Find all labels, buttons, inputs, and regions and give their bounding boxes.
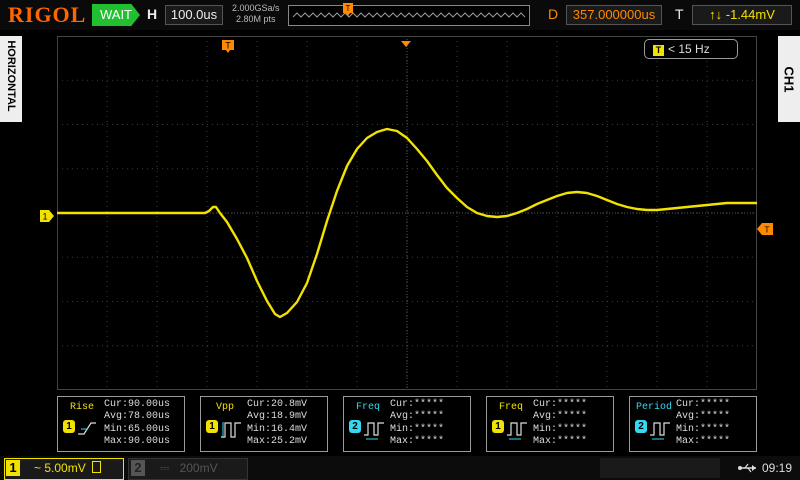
svg-text:T: T (765, 226, 770, 235)
run-state-indicator[interactable]: WAIT (92, 4, 140, 26)
meas-cur: Cur:***** (533, 399, 588, 410)
channel-badge: 2 (349, 420, 361, 433)
channel-badge: 1 (492, 420, 504, 433)
brand-logo: RIGOL (8, 2, 87, 27)
meas-avg: Avg:***** (676, 411, 731, 423)
waveform-display[interactable] (57, 36, 757, 390)
measurement-name: Freq (355, 402, 380, 413)
ch1-ground-marker[interactable]: 1 (40, 209, 54, 227)
meas-avg: Avg:18.9mV (247, 411, 308, 423)
meas-avg: Avg:78.00us (104, 411, 171, 423)
channel-badge: 1 (63, 420, 75, 433)
svg-text:T: T (346, 4, 351, 13)
trigger-label: T (675, 6, 684, 22)
meas-max: Max:25.2mV (247, 436, 308, 448)
trigger-icon: T (653, 45, 664, 56)
waveform-grid (57, 36, 757, 390)
peak-to-peak-icon (221, 422, 241, 438)
measurement-name: Rise (69, 402, 94, 413)
horizontal-tab[interactable]: HORIZONTAL (0, 36, 22, 122)
frequency-icon (507, 422, 527, 440)
measurement-values: Cur:***** Avg:***** Min:***** Max:***** (533, 399, 587, 449)
meas-min: Min:***** (390, 423, 445, 435)
ch2-vertical-scale: ⎓ 200mV (160, 459, 218, 477)
bottom-bar-spacer (600, 458, 720, 478)
meas-min: Min:16.4mV (247, 423, 308, 435)
meas-max: Max:90.00us (104, 436, 171, 448)
trigger-edge-icon: ↑↓ (709, 7, 726, 22)
period-icon (650, 422, 670, 440)
rise-time-icon (78, 422, 96, 435)
frequency-icon (364, 422, 384, 440)
measurement-name: Period (635, 402, 672, 413)
trigger-level-marker[interactable]: T (757, 222, 773, 240)
memory-depth: 2.80M pts (236, 14, 276, 24)
meas-max: Max:***** (676, 436, 731, 448)
horizontal-tab-label: HORIZONTAL (5, 40, 17, 112)
clock: 09:19 (762, 461, 793, 475)
meas-max: Max:***** (533, 436, 588, 448)
channel-tab[interactable]: CH1 (778, 36, 800, 122)
horizontal-label: H (147, 6, 158, 22)
measurement-panel-vpp[interactable]: Vpp 1 Cur:20.8mV Avg:18.9mV Min:16.4mV Max:… (200, 396, 328, 452)
bandwidth-limit-icon (92, 461, 102, 473)
meas-cur: Cur:90.00us (104, 399, 171, 410)
ch2-scale-value: 200mV (179, 461, 218, 475)
sample-rate: 2.000GSa/s (232, 3, 280, 13)
measurement-name: Vpp (215, 402, 234, 413)
channel-tab-label: CH1 (781, 66, 797, 93)
delay-label: D (548, 6, 559, 22)
meas-max: Max:***** (390, 436, 445, 448)
trigger-level[interactable]: ↑↓ -1.44mV (692, 5, 792, 25)
delay-value[interactable]: 357.000000us (566, 5, 662, 25)
channel-badge: 1 (206, 420, 218, 433)
frequency-counter-value: < 15 Hz (668, 42, 710, 56)
svg-text:1: 1 (42, 212, 47, 222)
meas-cur: Cur:***** (676, 399, 731, 410)
measurement-panel-period[interactable]: Period 2 Cur:***** Avg:***** Min:***** Max:… (629, 396, 757, 452)
ch2-number: 2 (131, 460, 145, 476)
measurement-panel-freq-ch2[interactable]: Freq 2 Cur:***** Avg:***** Min:***** Max:**… (343, 396, 471, 452)
ch1-scale-value: ~ 5.00mV (34, 461, 86, 475)
meas-cur: Cur:20.8mV (247, 399, 308, 410)
sample-info: 2.000GSa/s 2.80M pts (232, 3, 280, 25)
meas-min: Min:***** (533, 423, 588, 435)
measurement-panel-freq-ch1[interactable]: Freq 1 Cur:***** Avg:***** Min:***** Max:**… (486, 396, 614, 452)
trigger-position-icon: T (343, 3, 353, 22)
timebase-value[interactable]: 100.0us (165, 5, 223, 25)
trigger-level-value: -1.44mV (725, 7, 775, 22)
dc-coupling-icon: ⎓ (160, 461, 170, 475)
memory-position-bar[interactable] (288, 5, 530, 26)
horizontal-center-marker (401, 34, 411, 52)
measurement-panel-rise[interactable]: Rise 1 Cur:90.00us Avg:78.00us Min:65.00us… (57, 396, 185, 452)
svg-text:T: T (225, 41, 231, 51)
measurement-values: Cur:20.8mV Avg:18.9mV Min:16.4mV Max:25.2mV (247, 399, 307, 449)
measurement-values: Cur:***** Avg:***** Min:***** Max:***** (390, 399, 444, 449)
measurement-values: Cur:90.00us Avg:78.00us Min:65.00us Max:90.… (104, 399, 170, 449)
trigger-marker: T (222, 40, 234, 59)
meas-cur: Cur:***** (390, 399, 445, 410)
channel-badge: 2 (635, 420, 647, 433)
frequency-counter: T < 15 Hz (644, 39, 738, 59)
measurement-name: Freq (498, 402, 523, 413)
meas-min: Min:***** (676, 423, 731, 435)
ch1-number: 1 (6, 460, 20, 476)
memory-waveform-preview (292, 12, 526, 18)
meas-avg: Avg:***** (390, 411, 445, 423)
usb-icon (738, 461, 758, 480)
meas-avg: Avg:***** (533, 411, 588, 423)
ch1-vertical-scale: ~ 5.00mV (34, 459, 102, 477)
measurement-values: Cur:***** Avg:***** Min:***** Max:***** (676, 399, 730, 449)
meas-min: Min:65.00us (104, 423, 171, 435)
